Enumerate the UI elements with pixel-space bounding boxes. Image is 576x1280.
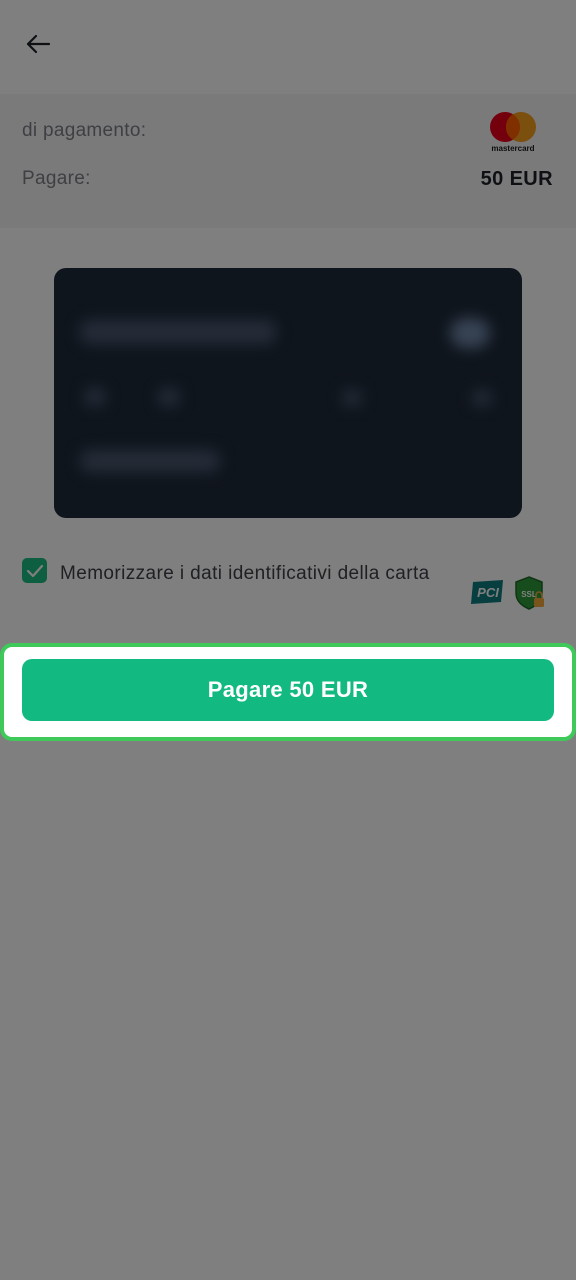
modal-overlay: [0, 0, 576, 1280]
pay-button[interactable]: Pagare 50 EUR: [22, 659, 554, 721]
